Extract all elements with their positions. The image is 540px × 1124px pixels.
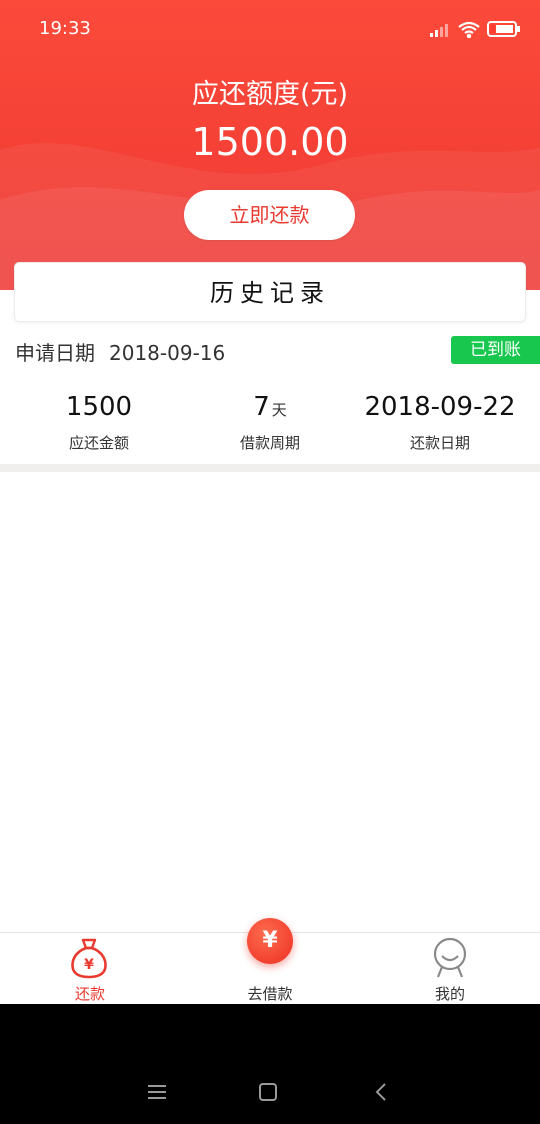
system-nav-bar	[0, 1004, 540, 1124]
back-icon[interactable]	[374, 1083, 388, 1101]
yuan-coin-icon: ¥	[262, 928, 278, 953]
tab-repay[interactable]: ¥ 还款	[0, 933, 180, 1005]
status-icons	[430, 21, 520, 39]
status-time: 19:33	[39, 18, 91, 39]
stat-value: 2018-09-22	[364, 392, 516, 422]
history-title-card: 历史记录	[14, 262, 526, 322]
stat-value: 1500	[65, 392, 133, 422]
status-bar: 19:33	[0, 0, 540, 58]
stat-loan-period: 7天 借款周期	[180, 392, 360, 453]
svg-text:¥: ¥	[84, 957, 94, 973]
stat-repay-amount: 1500 应还金额	[9, 392, 189, 453]
stat-value: 7天	[253, 392, 287, 422]
header-banner: 19:33 应还额度(元) 1500.00 立即还款	[0, 0, 540, 290]
stat-repay-date: 2018-09-22 还款日期	[350, 392, 530, 453]
section-divider	[0, 464, 540, 472]
tab-mine[interactable]: 我的	[360, 933, 540, 1005]
borrow-fab-button[interactable]: ¥	[247, 918, 293, 964]
battery-icon	[487, 21, 520, 37]
loan-record[interactable]: 申请日期 2018-09-16 已到账 1500 应还金额 7天 借款周期 201…	[0, 324, 540, 464]
tab-label: 还款	[74, 985, 105, 1003]
stat-label: 应还金额	[68, 434, 129, 452]
stat-label: 还款日期	[409, 434, 470, 452]
money-bag-icon: ¥	[71, 938, 107, 979]
apply-date-label: 申请日期	[15, 341, 95, 365]
tab-label: 我的	[434, 985, 465, 1003]
home-icon[interactable]	[259, 1083, 277, 1101]
stat-label: 借款周期	[239, 434, 300, 452]
user-profile-icon	[433, 937, 467, 978]
wifi-icon	[458, 21, 480, 39]
signal-icon	[430, 24, 448, 37]
apply-date-row: 申请日期 2018-09-16	[15, 337, 225, 366]
status-badge: 已到账	[451, 336, 540, 364]
tab-label: 去借款	[247, 985, 293, 1003]
apply-date-value: 2018-09-16	[109, 341, 226, 365]
menu-icon[interactable]	[148, 1084, 166, 1100]
repay-now-button[interactable]: 立即还款	[184, 190, 355, 240]
amount-value: 1500.00	[191, 120, 349, 164]
stat-unit: 天	[271, 401, 287, 419]
amount-title: 应还额度(元)	[191, 79, 349, 110]
